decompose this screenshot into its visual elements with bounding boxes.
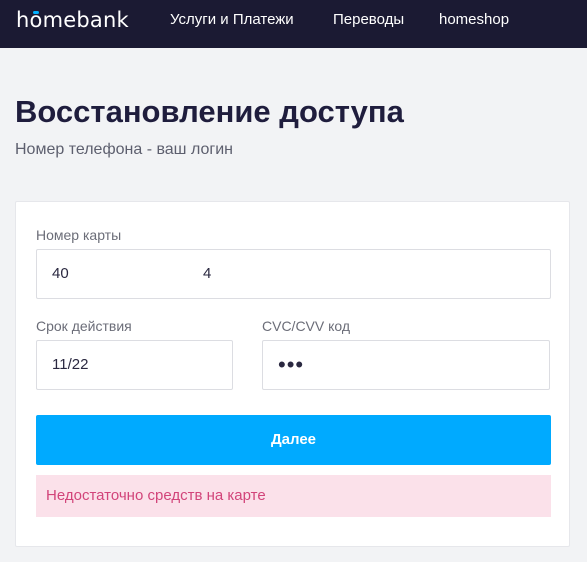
page-subtitle: Номер телефона - ваш логин	[15, 141, 233, 158]
top-navbar: homebank Услуги и Платежи Переводы homes…	[0, 0, 587, 48]
error-message: Недостаточно средств на карте	[36, 475, 551, 517]
cvc-input[interactable]: •••	[262, 340, 550, 390]
card-number-input[interactable]: 40 4	[36, 249, 551, 299]
nav-homeshop[interactable]: homeshop	[439, 11, 509, 29]
logo-text-start: h	[16, 8, 30, 32]
card-number-part-start: 40	[52, 265, 69, 282]
nav-transfers[interactable]: Переводы	[333, 11, 404, 29]
logo-text-end: mebank	[42, 8, 129, 32]
next-button[interactable]: Далее	[36, 415, 551, 465]
recovery-form-card: Номер карты 40 4 Срок действия 11/22 CVC…	[15, 201, 570, 547]
expiry-label: Срок действия	[36, 318, 132, 334]
expiry-input[interactable]: 11/22	[36, 340, 233, 390]
cvc-masked-value: •••	[278, 352, 305, 377]
expiry-value: 11/22	[52, 356, 89, 373]
logo-o-letter: o	[29, 8, 43, 32]
homebank-logo[interactable]: homebank	[16, 8, 129, 32]
card-number-part-end: 4	[203, 265, 212, 282]
page-title: Восстановление доступа	[15, 94, 404, 129]
cvc-label: CVC/CVV код	[262, 318, 351, 334]
card-number-label: Номер карты	[36, 227, 122, 243]
nav-services-payments[interactable]: Услуги и Платежи	[170, 11, 294, 29]
